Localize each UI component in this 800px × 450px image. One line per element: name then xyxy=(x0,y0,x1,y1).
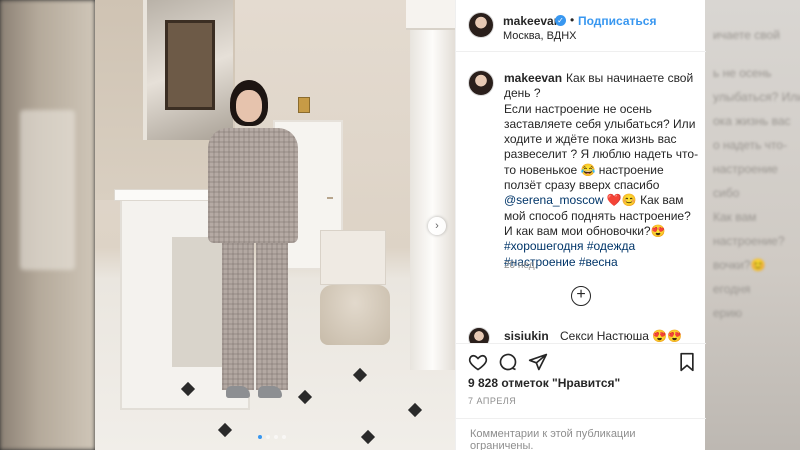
caption-avatar[interactable] xyxy=(468,70,494,96)
backdrop-text: настроение xyxy=(713,162,778,176)
backdrop-text: настроение? xyxy=(713,234,785,248)
hashtag-links[interactable]: #хорошегодня #одежда xyxy=(504,239,635,253)
caption-line: развеселит ? Я люблю надеть что- xyxy=(504,147,699,162)
post-date: 7 АПРЕЛЯ xyxy=(468,396,517,406)
comments-limited-notice: Комментарии к этой публикации ограничены… xyxy=(456,418,706,450)
floor-tile xyxy=(352,367,368,383)
floor-tile xyxy=(360,429,376,445)
column xyxy=(406,0,455,370)
caption-line: Если настроение не осень xyxy=(504,101,652,116)
carousel-dots xyxy=(258,435,286,439)
backdrop-text: вочки?😊 xyxy=(713,258,766,272)
save-bookmark-icon[interactable] xyxy=(678,352,696,372)
caption-line: заставляете себя улыбаться? Или xyxy=(504,116,696,131)
carousel-dot xyxy=(274,435,278,439)
carousel-dot xyxy=(258,435,262,439)
caption-line: ползёт сразу вверх спасибо xyxy=(504,178,660,193)
follow-button[interactable]: Подписаться xyxy=(578,14,656,28)
caption-line: И как вам мои обновочки?😍 xyxy=(504,223,666,238)
backdrop-text: ь не осень xyxy=(713,66,772,80)
caption-line: ходите и ждёте пока жизнь вас xyxy=(504,132,677,147)
load-more-comments-icon[interactable]: + xyxy=(571,286,591,306)
commenter-avatar[interactable] xyxy=(468,327,490,343)
likes-count[interactable]: 9 828 отметок "Нравится" xyxy=(468,376,620,390)
separator: • xyxy=(570,13,575,27)
avatar[interactable] xyxy=(468,12,494,38)
backdrop-text: о надеть что- xyxy=(713,138,787,152)
backdrop-text: ичаете свой xyxy=(713,28,780,42)
post-caption: makeevan Как вы начинаете свой день ? Есл… xyxy=(504,71,700,270)
caption-line: ❤️😊 Как вам xyxy=(603,193,684,208)
post-panel: makeevan ✓ • Подписаться Москва, ВДНХ ma… xyxy=(455,0,706,450)
backdrop-text: егодня xyxy=(713,282,751,296)
carousel-dot xyxy=(282,435,286,439)
comment-row: sisiukin Секси Настюша 😍😍 xyxy=(468,327,698,343)
like-heart-icon[interactable] xyxy=(468,352,488,372)
post-actions xyxy=(456,343,706,377)
caption-line: то новенькое 😂 настроение xyxy=(504,162,664,177)
comment-bubble-icon[interactable] xyxy=(498,352,518,372)
backdrop-text: улыбаться? Или xyxy=(713,90,800,104)
share-send-icon[interactable] xyxy=(528,352,548,372)
backdrop-text: ерию xyxy=(713,306,743,320)
backdrop-text: сибо xyxy=(713,186,740,200)
ottoman xyxy=(320,285,390,345)
caption-line: Как вы начинаете свой xyxy=(566,71,694,85)
comment-username[interactable]: sisiukin xyxy=(504,329,549,343)
carousel-dot xyxy=(266,435,270,439)
floor-tile xyxy=(217,422,233,438)
verified-icon: ✓ xyxy=(555,15,566,26)
backdrop-left xyxy=(0,0,95,450)
location-link[interactable]: Москва, ВДНХ xyxy=(503,30,577,42)
caption-line: мой способ поднять настроение? xyxy=(504,208,691,223)
mention-link[interactable]: @serena_moscow xyxy=(504,193,604,207)
nightstand xyxy=(320,230,386,285)
backdrop-text: ока жизнь вас xyxy=(713,114,791,128)
carousel-next-icon[interactable]: › xyxy=(428,217,446,235)
caption-username[interactable]: makeevan xyxy=(504,71,562,85)
woman-figure xyxy=(200,80,320,410)
post-photo[interactable]: › xyxy=(95,0,455,450)
header-username[interactable]: makeevan xyxy=(503,14,561,28)
backdrop-text: Как вам xyxy=(713,210,757,224)
floor-tile xyxy=(407,402,423,418)
caption-line: день ? xyxy=(504,86,541,101)
backdrop-right: ичаете свой ь не осень улыбаться? Или ок… xyxy=(705,0,800,450)
time-ago[interactable]: 20 нед. xyxy=(504,260,537,271)
comment-text: Секси Настюша 😍😍 xyxy=(560,329,683,343)
post-header: makeevan ✓ • Подписаться Москва, ВДНХ xyxy=(456,0,706,52)
